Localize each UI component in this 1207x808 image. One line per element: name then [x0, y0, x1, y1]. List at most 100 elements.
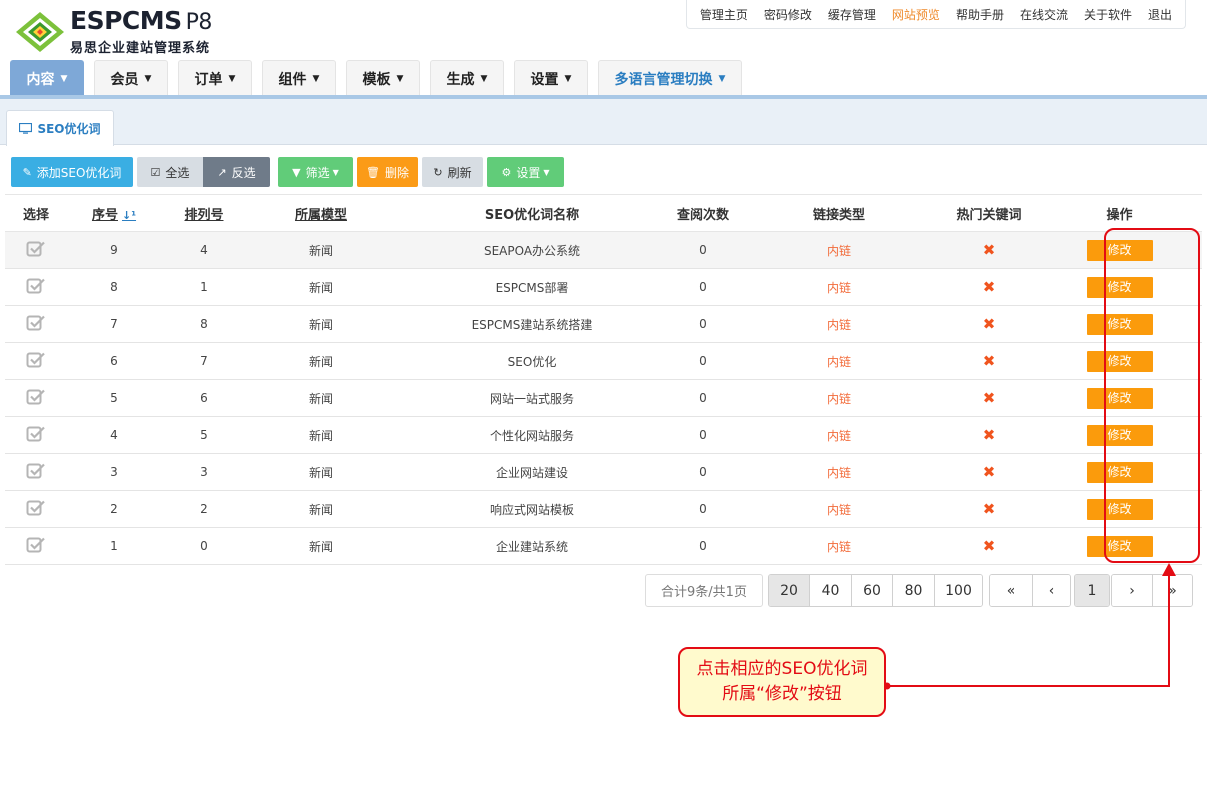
share-icon: ↗	[217, 165, 227, 179]
cross-icon[interactable]: ✖	[983, 315, 996, 333]
caret-down-icon: ▼	[718, 74, 726, 84]
top-link-3[interactable]: 网站预览	[892, 6, 940, 23]
cell-hot-keyword: ✖	[941, 231, 1037, 269]
cell-keyword-name: 企业建站系统	[395, 527, 669, 565]
cell-keyword-name: 个性化网站服务	[395, 416, 669, 454]
nav-menu-2[interactable]: 订单 ▼	[178, 60, 252, 97]
cell-keyword-name: 网站一站式服务	[395, 379, 669, 417]
cell-hot-keyword: ✖	[941, 453, 1037, 491]
cell-keyword-name: ESPCMS建站系统搭建	[395, 305, 669, 343]
monitor-icon	[19, 123, 33, 134]
checkbox-icon[interactable]	[26, 499, 46, 520]
row-checkbox[interactable]	[5, 231, 67, 269]
cross-icon[interactable]: ✖	[983, 463, 996, 481]
cell-order: 3	[161, 453, 247, 491]
nav-menu-5[interactable]: 生成 ▼	[430, 60, 504, 97]
refresh-icon: ↻	[433, 165, 443, 179]
add-seo-keyword-button[interactable]: ✎ 添加SEO优化词	[11, 157, 133, 187]
select-all-button[interactable]: ☑ 全选	[137, 157, 203, 187]
nav-menu-4[interactable]: 模板 ▼	[346, 60, 420, 97]
checkbox-icon[interactable]	[26, 462, 46, 483]
column-header-3[interactable]: 所属模型	[247, 194, 395, 232]
cell-order: 6	[161, 379, 247, 417]
page-size-option[interactable]: 20	[769, 575, 809, 606]
row-checkbox[interactable]	[5, 490, 67, 528]
row-checkbox[interactable]	[5, 342, 67, 380]
checkbox-icon[interactable]	[26, 240, 46, 261]
checkbox-icon[interactable]	[26, 314, 46, 335]
column-header-1[interactable]: 序号 ↓¹	[67, 194, 161, 232]
brand-name: ESPCMS P8	[70, 6, 212, 36]
cell-hot-keyword: ✖	[941, 527, 1037, 565]
top-link-5[interactable]: 在线交流	[1020, 6, 1068, 23]
column-header-2[interactable]: 排列号	[161, 194, 247, 232]
table-row: 7 8 新闻 ESPCMS建站系统搭建 0 内链 ✖ 修改	[5, 305, 1202, 343]
checkbox-icon[interactable]	[26, 536, 46, 557]
checkbox-icon: ☑	[150, 165, 161, 179]
cell-views: 0	[669, 527, 737, 565]
settings-button[interactable]: ⚙ 设置 ▼	[487, 157, 564, 187]
nav-menu-1[interactable]: 会员 ▼	[94, 60, 168, 97]
row-checkbox[interactable]	[5, 527, 67, 565]
row-checkbox[interactable]	[5, 305, 67, 343]
tab-seo-keywords[interactable]: SEO优化词	[6, 110, 114, 146]
cell-model: 新闻	[247, 231, 395, 269]
cross-icon[interactable]: ✖	[983, 278, 996, 296]
nav-menu-label: 设置	[530, 72, 559, 88]
logo[interactable]: ESPCMS P8 易思企业建站管理系统	[14, 8, 212, 56]
top-link-1[interactable]: 密码修改	[764, 6, 812, 23]
cell-order: 0	[161, 527, 247, 565]
row-checkbox[interactable]	[5, 416, 67, 454]
nav-menu-7[interactable]: 多语言管理切换 ▼	[598, 60, 742, 97]
cross-icon[interactable]: ✖	[983, 537, 996, 555]
sort-ascending-icon[interactable]: ↓¹	[122, 209, 136, 222]
checkbox-icon[interactable]	[26, 425, 46, 446]
cell-link-type: 内链	[737, 305, 941, 343]
top-link-2[interactable]: 缓存管理	[828, 6, 876, 23]
row-checkbox[interactable]	[5, 379, 67, 417]
column-header-0: 选择	[5, 194, 67, 232]
row-checkbox[interactable]	[5, 268, 67, 306]
nav-menu-3[interactable]: 组件 ▼	[262, 60, 336, 97]
cell-order: 5	[161, 416, 247, 454]
delete-button[interactable]: 🗑 删除	[357, 157, 418, 187]
top-link-6[interactable]: 关于软件	[1084, 6, 1132, 23]
table-row: 6 7 新闻 SEO优化 0 内链 ✖ 修改	[5, 342, 1202, 380]
table-row: 4 5 新闻 个性化网站服务 0 内链 ✖ 修改	[5, 416, 1202, 454]
cross-icon[interactable]: ✖	[983, 389, 996, 407]
checkbox-icon[interactable]	[26, 388, 46, 409]
top-link-0[interactable]: 管理主页	[700, 6, 748, 23]
main-nav: 内容 ▼ 会员 ▼ 订单 ▼ 组件 ▼ 模板 ▼ 生成 ▼ 设置 ▼ 多语言管理切换 ▼	[0, 60, 1207, 97]
refresh-button[interactable]: ↻ 刷新	[422, 157, 483, 187]
checkbox-icon[interactable]	[26, 351, 46, 372]
checkbox-icon[interactable]	[26, 277, 46, 298]
cross-icon[interactable]: ✖	[983, 500, 996, 518]
cell-link-type: 内链	[737, 268, 941, 306]
cell-views: 0	[669, 305, 737, 343]
top-link-7[interactable]: 退出	[1148, 6, 1172, 23]
cell-keyword-name: SEO优化	[395, 342, 669, 380]
nav-menu-label: 订单	[194, 72, 223, 88]
filter-button[interactable]: ▼ 筛选 ▼	[278, 157, 353, 187]
nav-menu-6[interactable]: 设置 ▼	[514, 60, 588, 97]
edit-column-highlight	[1104, 228, 1200, 563]
cell-keyword-name: 企业网站建设	[395, 453, 669, 491]
pagination-total: 合计9条/共1页	[645, 574, 763, 607]
cell-id: 8	[67, 268, 161, 306]
cross-icon[interactable]: ✖	[983, 352, 996, 370]
table-row: 8 1 新闻 ESPCMS部署 0 内链 ✖ 修改	[5, 268, 1202, 306]
cell-order: 7	[161, 342, 247, 380]
cross-icon[interactable]: ✖	[983, 241, 996, 259]
row-checkbox[interactable]	[5, 453, 67, 491]
cross-icon[interactable]: ✖	[983, 426, 996, 444]
cell-model: 新闻	[247, 527, 395, 565]
annotation-callout: 点击相应的SEO优化词所属“修改”按钮	[678, 647, 886, 717]
cell-keyword-name: ESPCMS部署	[395, 268, 669, 306]
page-size-option[interactable]: 40	[809, 575, 851, 606]
filter-icon: ▼	[292, 165, 301, 179]
cell-model: 新闻	[247, 416, 395, 454]
top-link-4[interactable]: 帮助手册	[956, 6, 1004, 23]
cell-model: 新闻	[247, 379, 395, 417]
nav-menu-0[interactable]: 内容 ▼	[10, 60, 84, 97]
invert-selection-button[interactable]: ↗ 反选	[203, 157, 270, 187]
